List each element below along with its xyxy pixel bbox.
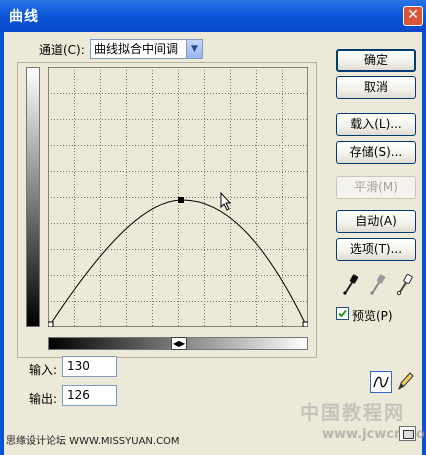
watermark-right-title: 中国教程网	[300, 402, 406, 424]
preview-checkbox[interactable]	[336, 307, 349, 320]
output-field[interactable]: 126	[62, 385, 117, 406]
options-button[interactable]: 选项(T)...	[336, 238, 416, 261]
auto-button[interactable]: 自动(A)	[336, 210, 416, 233]
black-eyedropper-icon[interactable]	[343, 274, 359, 295]
input-field[interactable]: 130	[62, 356, 117, 377]
cancel-button[interactable]: 取消	[336, 76, 416, 99]
input-label: 输入:	[29, 363, 58, 377]
window-border-right	[422, 32, 426, 455]
pencil-tool-icon[interactable]	[396, 370, 416, 392]
resize-grip-icon[interactable]	[399, 426, 416, 441]
close-button[interactable]: ✕	[403, 6, 423, 26]
channel-label: 通道(C):	[39, 43, 85, 57]
smooth-button[interactable]: 平滑(M)	[336, 176, 416, 199]
curve-graph[interactable]	[48, 67, 308, 327]
eyedropper-group	[343, 273, 413, 296]
load-button[interactable]: 载入(L)...	[336, 113, 416, 136]
output-gradient-bar	[26, 67, 40, 327]
white-eyedropper-icon[interactable]	[396, 273, 413, 296]
preview-label: 预览(P)	[352, 309, 393, 323]
output-label: 输出:	[29, 392, 58, 406]
ok-button[interactable]: 确定	[336, 49, 416, 72]
curve-endpoint-left[interactable]	[48, 321, 54, 327]
gray-eyedropper-icon[interactable]	[370, 274, 386, 295]
curve-point[interactable]	[178, 197, 184, 203]
curve-endpoint-right[interactable]	[302, 321, 308, 327]
window-border-left	[0, 32, 4, 455]
dialog-title: 曲线	[9, 9, 39, 25]
curve-tool-icon[interactable]	[370, 371, 392, 393]
watermark-left: 思缘设计论坛 WWW.MISSYUAN.COM	[6, 436, 180, 447]
save-button[interactable]: 存储(S)...	[336, 141, 416, 164]
chevron-down-icon[interactable]: ▼	[186, 40, 202, 58]
gradient-toggle-icon[interactable]: ◀▶	[171, 337, 187, 350]
title-bar	[0, 0, 426, 32]
